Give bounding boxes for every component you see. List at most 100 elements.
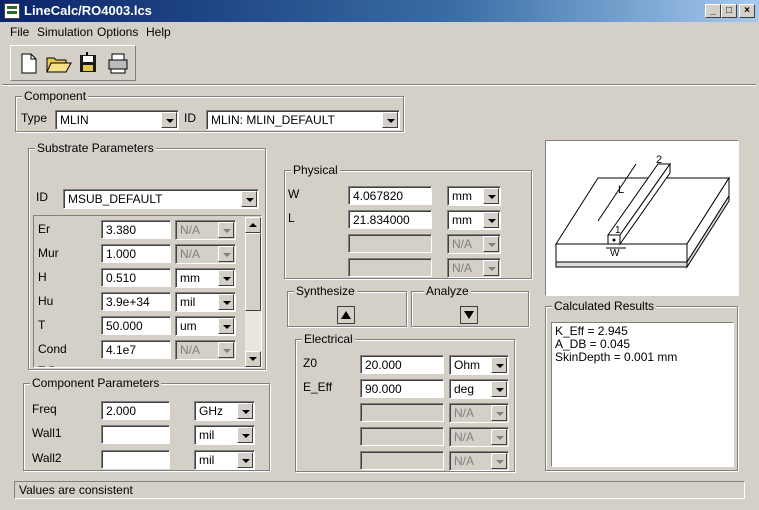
substrate-id-select-value: MSUB_DEFAULT (68, 192, 163, 206)
chevron-down-icon (491, 453, 507, 469)
close-button[interactable]: × (739, 4, 755, 18)
menu-help[interactable]: Help (146, 25, 171, 39)
result-line: SkinDepth = 0.001 mm (555, 350, 678, 364)
substrate-param-label: Er (38, 222, 50, 236)
component-param-value[interactable] (101, 425, 170, 444)
physical-param-unit[interactable]: mm (447, 210, 501, 230)
physical-param-unit-value: N/A (452, 237, 473, 251)
window-title: LineCalc/RO4003.lcs (24, 3, 152, 18)
chevron-down-icon[interactable] (491, 357, 507, 373)
physical-group-label: Physical (291, 163, 340, 177)
electrical-param-unit[interactable]: deg (449, 379, 509, 399)
chevron-down-icon[interactable] (161, 112, 177, 128)
microstrip-diagram: L 2 1 W (545, 140, 739, 296)
chevron-down-icon[interactable] (483, 188, 499, 204)
save-icon[interactable] (73, 49, 103, 77)
electrical-param-label: Z0 (303, 356, 318, 370)
physical-param-unit[interactable]: mm (447, 186, 501, 206)
substrate-param-unit: N/A (175, 340, 236, 360)
component-param-value[interactable] (101, 450, 170, 469)
substrate-param-unit: N/A (175, 244, 236, 264)
electrical-param-unit-value: deg (454, 382, 475, 396)
electrical-param-unit[interactable]: Ohm (449, 355, 509, 375)
chevron-down-icon[interactable] (382, 112, 398, 128)
electrical-group-label: Electrical (302, 332, 355, 346)
substrate-param-unit-value: N/A (180, 343, 201, 357)
results-box: K_Eff = 2.945 A_DB = 0.045 SkinDepth = 0… (551, 322, 734, 467)
physical-param-unit: N/A (447, 234, 501, 254)
substrate-param-unit[interactable]: mil (175, 292, 236, 312)
component-id-select[interactable]: MLIN: MLIN_DEFAULT (206, 110, 400, 130)
component-param-unit-value: mil (199, 453, 215, 467)
substrate-scrollbar[interactable] (245, 217, 261, 367)
chevron-down-icon (218, 222, 234, 238)
type-select[interactable]: MLIN (55, 110, 179, 130)
minimize-button[interactable]: _ (705, 4, 721, 18)
print-icon[interactable] (103, 49, 133, 77)
substrate-param-value[interactable]: 50.000 (101, 316, 171, 335)
synthesize-button[interactable] (337, 306, 355, 324)
substrate-param-unit-value: mil (180, 295, 196, 309)
menu-file[interactable]: File (10, 25, 29, 39)
physical-param-value[interactable]: 21.834000 (348, 210, 432, 229)
substrate-param-value[interactable]: 3.380 (101, 220, 171, 239)
chevron-down-icon[interactable] (491, 381, 507, 397)
substrate-param-label: Mur (38, 246, 59, 260)
analyze-button[interactable] (460, 306, 478, 324)
open-folder-icon[interactable] (43, 49, 73, 77)
arrow-up-icon (341, 311, 351, 319)
scroll-thumb[interactable] (245, 233, 261, 311)
chevron-down-icon (218, 342, 234, 358)
chevron-down-icon[interactable] (237, 403, 253, 419)
physical-param-unit-value: N/A (452, 261, 473, 275)
synthesize-group: Synthesize (287, 284, 407, 327)
menu-simulation[interactable]: Simulation (37, 25, 93, 39)
menu-bar: File Simulation Options Help (0, 22, 759, 42)
electrical-param-value[interactable]: 90.000 (360, 379, 444, 398)
analyze-group: Analyze (411, 284, 529, 327)
maximize-button[interactable]: □ (721, 4, 737, 18)
chevron-down-icon[interactable] (218, 294, 234, 310)
physical-param-value[interactable]: 4.067820 (348, 186, 432, 205)
component-param-unit[interactable]: mil (194, 450, 255, 470)
chevron-down-icon (491, 429, 507, 445)
new-file-icon[interactable] (13, 49, 43, 77)
component-param-value[interactable]: 2.000 (101, 401, 170, 420)
scroll-down-icon[interactable] (245, 351, 261, 367)
status-text: Values are consistent (19, 483, 133, 497)
physical-param-value (348, 234, 432, 253)
chevron-down-icon[interactable] (218, 318, 234, 334)
substrate-param-label: Hu (38, 294, 54, 308)
substrate-param-list: Er 3.380 N/A Mur 1.000 N/A H 0.510 mm Hu 3.9e+3… (33, 215, 262, 368)
electrical-param-unit: N/A (449, 427, 509, 447)
analyze-label: Analyze (424, 284, 471, 298)
id-label: ID (184, 111, 196, 125)
electrical-param-value[interactable]: 20.000 (360, 355, 444, 374)
chevron-down-icon (218, 246, 234, 262)
substrate-param-unit[interactable]: um (175, 316, 236, 336)
substrate-param-label: T (38, 318, 46, 332)
substrate-id-select[interactable]: MSUB_DEFAULT (63, 189, 259, 209)
chevron-down-icon[interactable] (241, 191, 257, 207)
menu-options[interactable]: Options (97, 25, 138, 39)
substrate-param-value[interactable]: 0.510 (101, 268, 171, 287)
electrical-param-value (360, 427, 444, 446)
electrical-param-unit-value: N/A (454, 454, 475, 468)
substrate-param-value[interactable]: 3.9e+34 (101, 292, 171, 311)
substrate-param-value[interactable]: 4.1e7 (101, 340, 171, 359)
chevron-down-icon[interactable] (237, 452, 253, 468)
microstrip-line-icon: L 2 1 W (555, 154, 730, 269)
component-param-unit[interactable]: mil (194, 425, 255, 445)
substrate-param-value[interactable]: 1.000 (101, 244, 171, 263)
substrate-param-unit-value: N/A (180, 247, 201, 261)
chevron-down-icon[interactable] (237, 427, 253, 443)
svg-text:W: W (610, 248, 620, 259)
svg-text:L: L (618, 184, 624, 196)
substrate-param-unit[interactable]: mm (175, 268, 236, 288)
scroll-up-icon[interactable] (245, 217, 261, 233)
substrate-param-unit-value: um (180, 319, 197, 333)
type-label: Type (21, 111, 48, 125)
chevron-down-icon[interactable] (218, 270, 234, 286)
chevron-down-icon[interactable] (483, 212, 499, 228)
component-param-unit[interactable]: GHz (194, 401, 255, 421)
